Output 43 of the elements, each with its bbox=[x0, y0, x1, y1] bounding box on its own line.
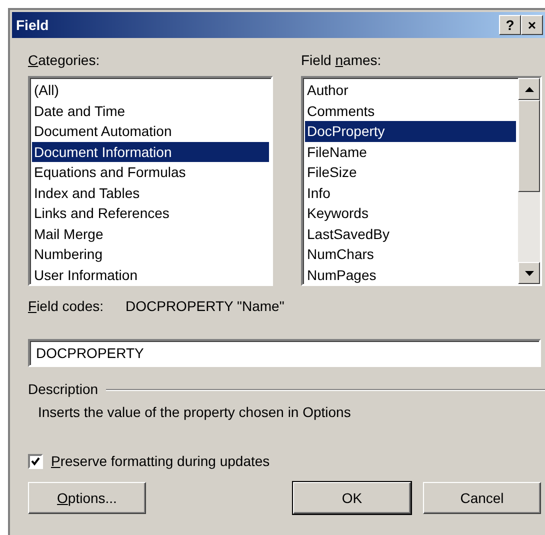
dialog-button[interactable]: Cancel bbox=[423, 482, 541, 514]
help-button[interactable]: ? bbox=[499, 15, 521, 35]
list-item[interactable]: Comments bbox=[305, 100, 516, 121]
list-item[interactable]: Author bbox=[305, 80, 516, 100]
scroll-down-button[interactable] bbox=[518, 262, 540, 284]
list-item[interactable]: Index and Tables bbox=[32, 182, 269, 203]
list-item[interactable]: LastSavedBy bbox=[305, 224, 516, 244]
description-heading: Description bbox=[28, 380, 98, 399]
dialog-button[interactable]: OK bbox=[293, 482, 411, 514]
list-item[interactable]: Mail Merge bbox=[32, 224, 269, 244]
list-item[interactable]: FileName bbox=[305, 142, 516, 162]
list-item[interactable]: (All) bbox=[32, 80, 269, 100]
list-item[interactable]: Equations and Formulas bbox=[32, 162, 269, 182]
list-item[interactable]: User Information bbox=[32, 264, 269, 285]
field-code-input[interactable]: DOCPROPERTY bbox=[28, 339, 541, 367]
list-label: Field names: bbox=[301, 51, 382, 70]
list-item[interactable]: Info bbox=[305, 182, 516, 203]
list-box[interactable]: Author Comments DocProperty FileName FileSize Info Keywords LastSavedBy NumChars NumPages bbox=[301, 76, 542, 286]
scroll-thumb[interactable] bbox=[518, 100, 540, 192]
list-box[interactable]: (All) Date and Time Document Automation Document Information Equations and Formulas Index and Tables Links and References Mail Merge Numbering User Information bbox=[28, 76, 273, 286]
list-item[interactable]: Date and Time bbox=[32, 100, 269, 121]
checkbox-label[interactable]: Preserve formatting during updates bbox=[51, 451, 270, 472]
dialog-button[interactable]: Options... bbox=[28, 482, 146, 514]
list-item[interactable]: Links and References bbox=[32, 203, 269, 224]
scroll-up-button[interactable] bbox=[518, 78, 540, 100]
list-item[interactable]: NumChars bbox=[305, 244, 516, 264]
down-arrow-icon bbox=[524, 270, 534, 276]
list-item[interactable]: Document Automation bbox=[32, 121, 269, 142]
window-title: Field bbox=[16, 16, 49, 34]
list-item[interactable]: DocProperty bbox=[305, 121, 516, 142]
scrollbar[interactable] bbox=[518, 78, 540, 284]
field-codes-label: Field codes: bbox=[28, 297, 104, 316]
list-item[interactable]: Document Information bbox=[32, 142, 269, 162]
list-item[interactable]: Numbering bbox=[32, 244, 269, 264]
close-button[interactable]: × bbox=[521, 15, 543, 35]
list-label: Categories: bbox=[28, 51, 100, 70]
list-item[interactable]: Keywords bbox=[305, 203, 516, 224]
list-item[interactable]: FileSize bbox=[305, 162, 516, 182]
list-item[interactable]: NumPages bbox=[305, 264, 516, 285]
field-codes-value: DOCPROPERTY "Name" bbox=[126, 297, 284, 316]
up-arrow-icon bbox=[524, 86, 534, 92]
description-text: Inserts the value of the property chosen in Options bbox=[38, 403, 351, 422]
checkbox[interactable] bbox=[28, 454, 43, 469]
